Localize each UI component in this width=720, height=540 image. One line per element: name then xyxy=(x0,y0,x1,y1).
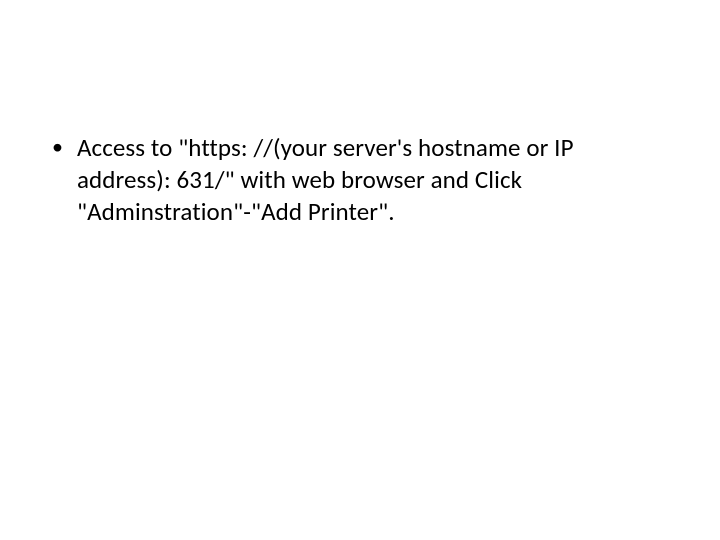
bullet-marker: • xyxy=(52,132,63,162)
slide-content: • Access to "https: //(your server's hos… xyxy=(52,132,660,228)
bullet-text: Access to "https: //(your server's hostn… xyxy=(77,132,660,228)
bullet-item: • Access to "https: //(your server's hos… xyxy=(52,132,660,228)
